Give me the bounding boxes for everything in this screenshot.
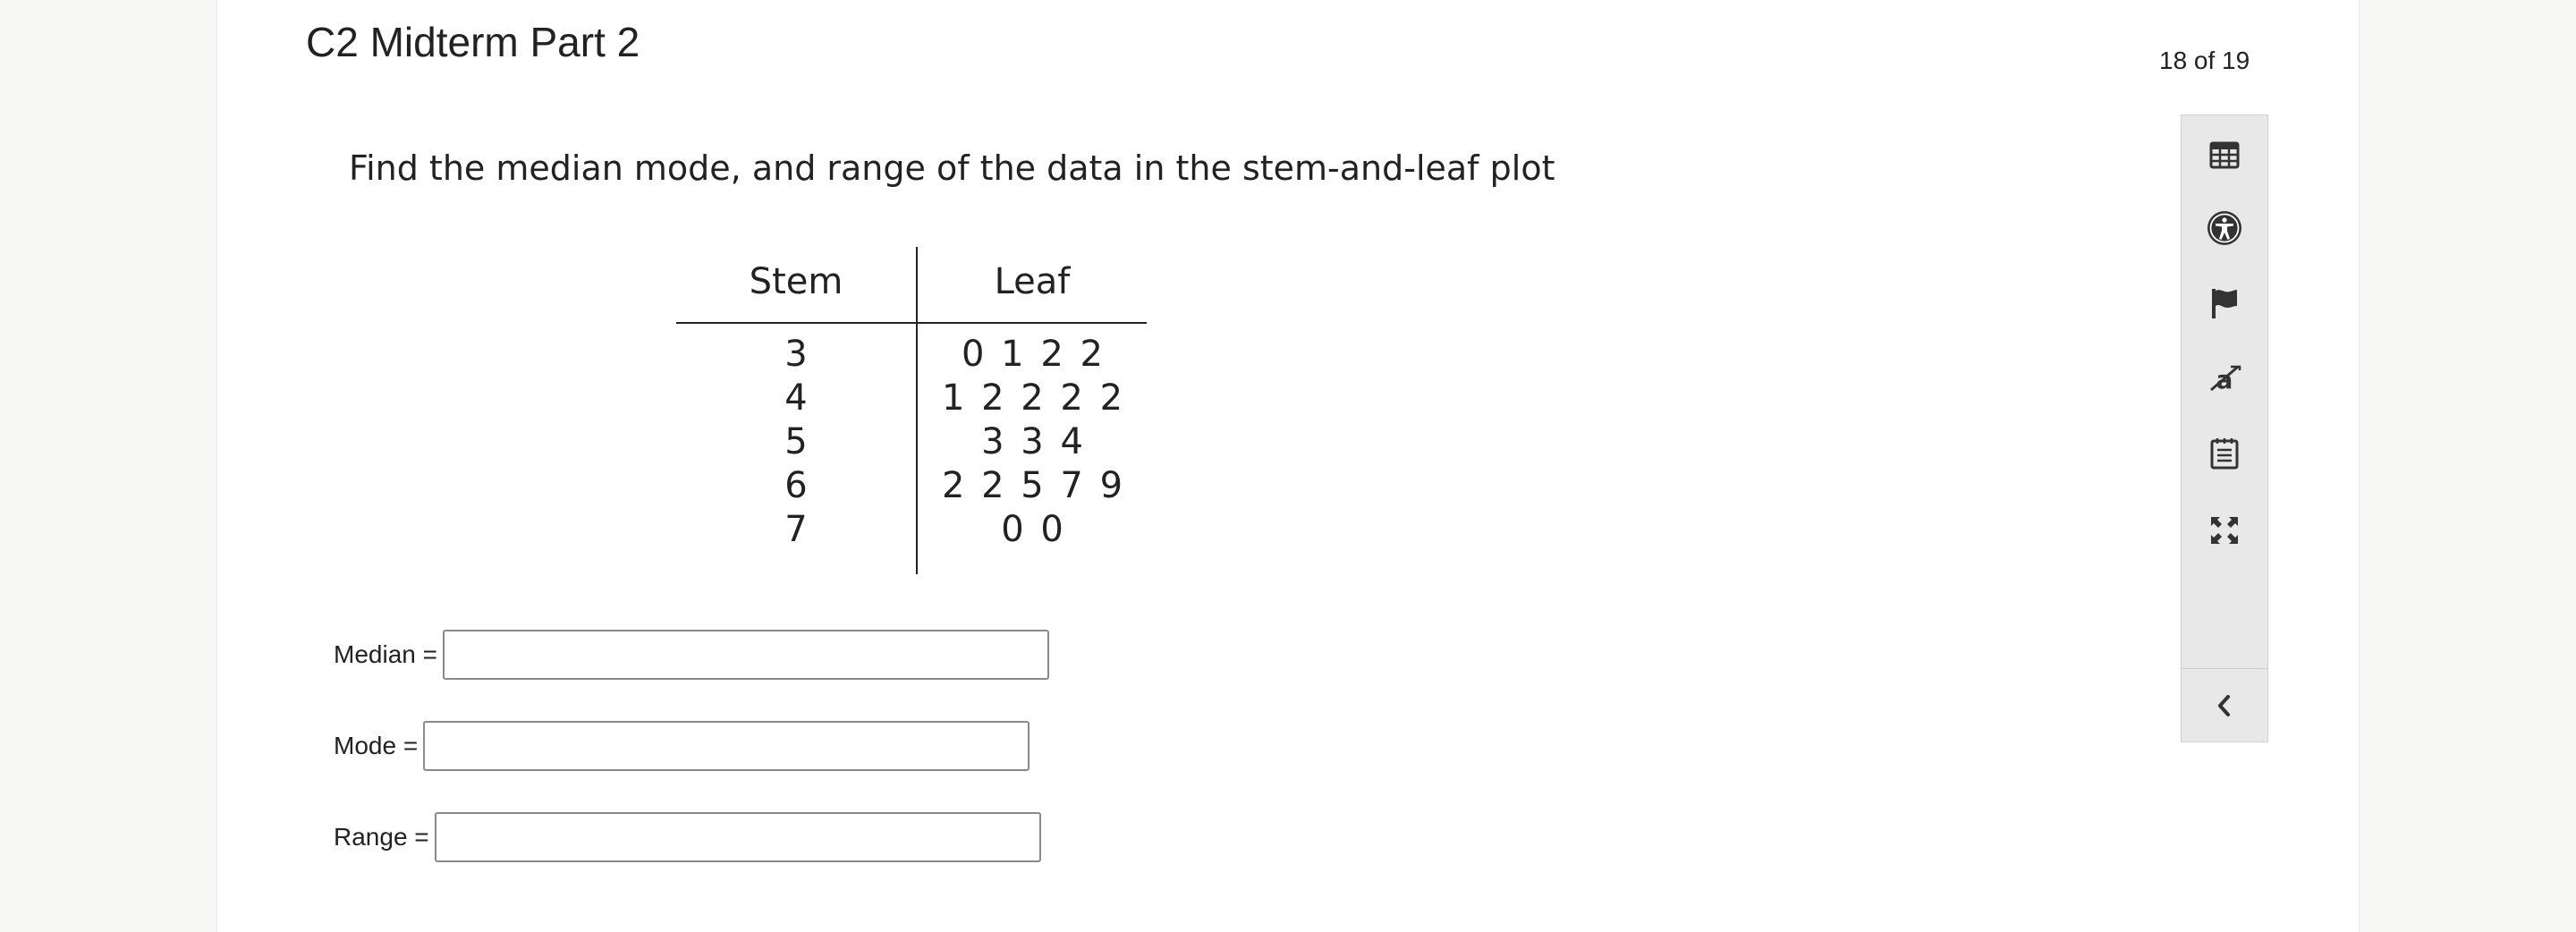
question-prompt: Find the median mode, and range of the d… (349, 148, 1555, 188)
notepad-icon[interactable] (2203, 432, 2246, 475)
flag-icon[interactable] (2203, 282, 2246, 325)
leaf-values: 0 0 (1001, 509, 1063, 550)
plot-row: 5 3 3 4 (676, 420, 1147, 464)
leaf-values: 0 1 2 2 (962, 334, 1103, 375)
median-label: Median = (334, 640, 437, 668)
mode-input[interactable] (423, 721, 1030, 771)
eliminator-icon[interactable]: a (2203, 357, 2246, 400)
stem-value: 5 (784, 421, 808, 462)
plot-divider-horizontal (676, 322, 1147, 324)
expand-icon[interactable] (2203, 509, 2246, 552)
plot-row: 7 0 0 (676, 508, 1147, 552)
accessibility-icon[interactable] (2203, 207, 2246, 250)
tools-panel: a (2181, 114, 2268, 742)
stem-value: 4 (784, 377, 808, 419)
leaf-values: 1 2 2 2 2 (941, 377, 1123, 419)
median-answer: Median = (334, 630, 1049, 680)
mode-label: Mode = (334, 732, 419, 759)
range-input[interactable] (434, 812, 1041, 862)
quiz-page (216, 0, 2360, 932)
quiz-title: C2 Midterm Part 2 (306, 19, 640, 65)
chevron-left-icon[interactable] (2203, 684, 2246, 727)
plot-row: 6 2 2 5 7 9 (676, 464, 1147, 508)
calculator-icon[interactable] (2203, 133, 2246, 176)
tools-divider (2182, 668, 2267, 669)
question-counter: 18 of 19 (2159, 47, 2250, 74)
stem-value: 3 (784, 334, 808, 375)
stem-value: 6 (784, 465, 808, 506)
range-answer: Range = (334, 812, 1041, 862)
leaf-values: 2 2 5 7 9 (941, 465, 1123, 506)
stem-header: Stem (749, 261, 843, 302)
plot-row: 4 1 2 2 2 2 (676, 377, 1147, 420)
plot-row: 3 0 1 2 2 (676, 333, 1147, 377)
leaf-values: 3 3 4 (981, 421, 1083, 462)
mode-answer: Mode = (334, 721, 1030, 771)
median-input[interactable] (442, 630, 1049, 680)
plot-rows: 3 0 1 2 2 4 1 2 2 2 2 5 3 3 4 6 2 2 5 7 … (676, 333, 1147, 552)
range-label: Range = (334, 823, 429, 851)
stem-value: 7 (784, 509, 808, 550)
stem-and-leaf-plot: Stem Leaf 3 0 1 2 2 4 1 2 2 2 2 5 3 3 4 … (676, 247, 1147, 574)
leaf-header: Leaf (994, 261, 1071, 302)
